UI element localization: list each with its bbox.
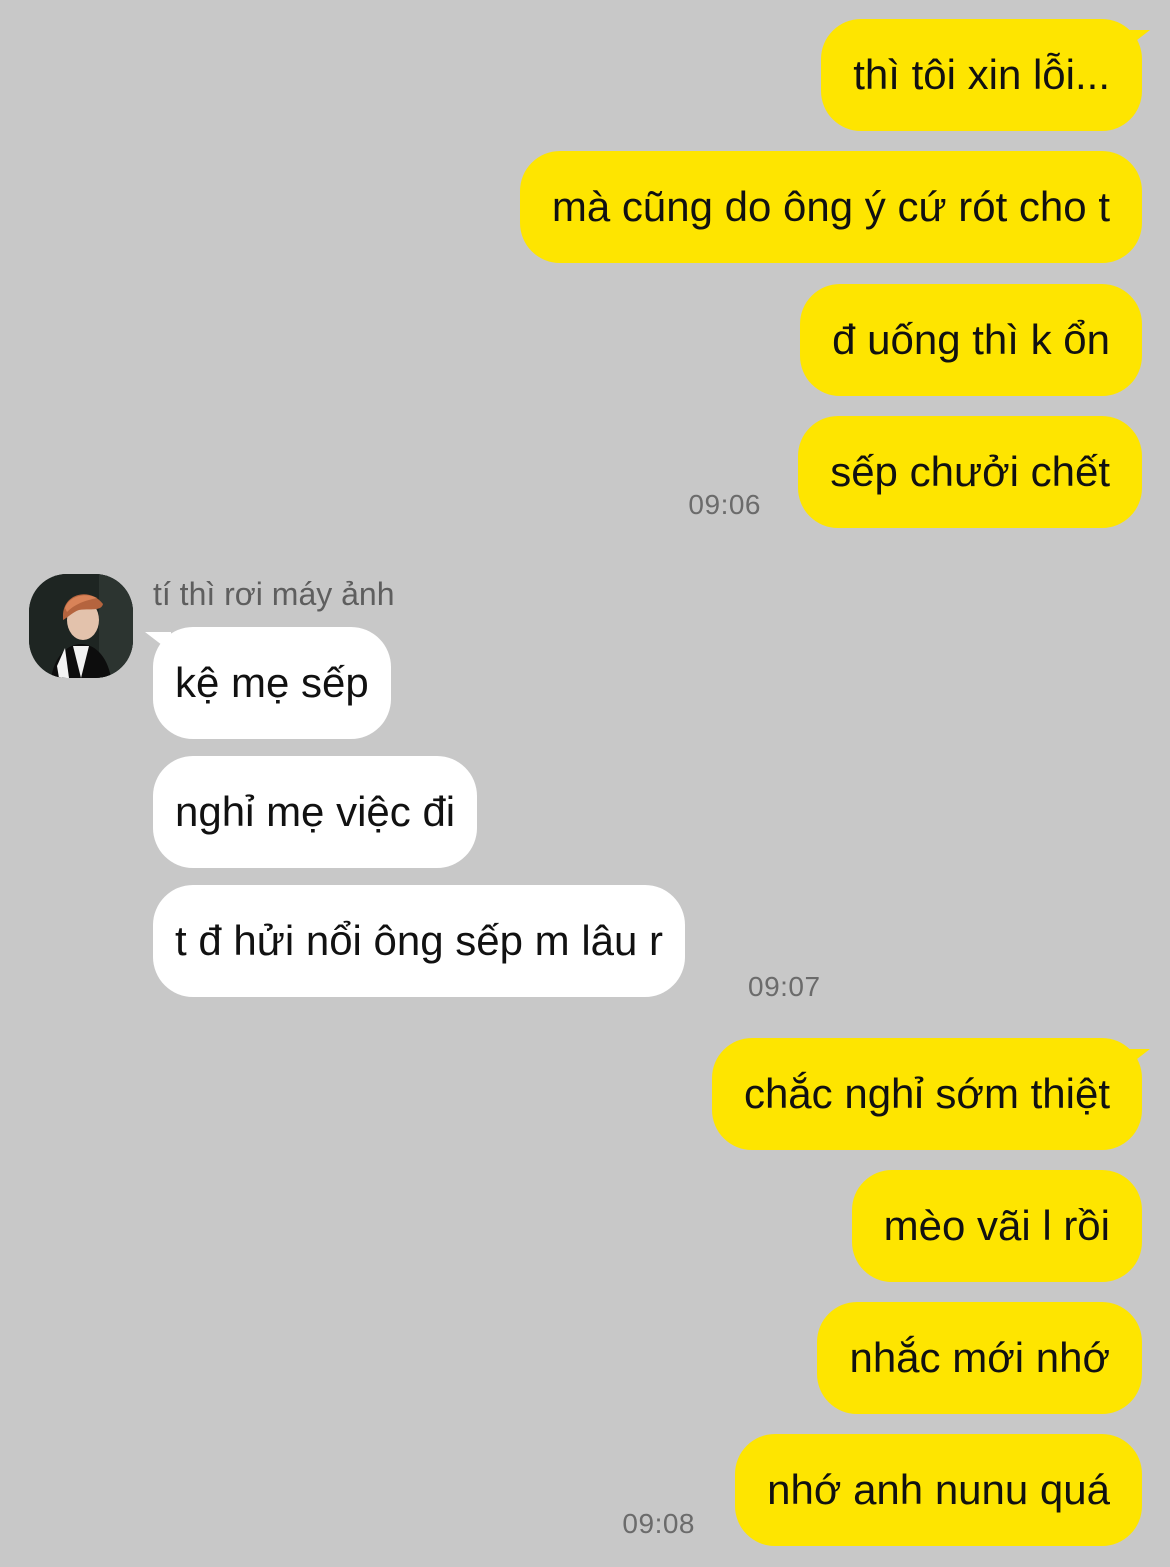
outgoing-message[interactable]: nhớ anh nunu quá [735, 1434, 1142, 1546]
message-timestamp: 09:06 [688, 489, 761, 520]
outgoing-message[interactable]: đ uống thì k ổn [800, 284, 1142, 396]
sender-name: tí thì rơi máy ảnh [153, 576, 395, 612]
outgoing-message[interactable]: thì tôi xin lỗi... [821, 19, 1142, 131]
contact-avatar[interactable] [29, 574, 133, 678]
avatar-photo-icon [29, 574, 133, 678]
outgoing-message[interactable]: nhắc mới nhớ [817, 1302, 1142, 1414]
incoming-message[interactable]: nghỉ mẹ việc đi [153, 756, 478, 868]
incoming-message[interactable]: t đ hửi nổi ông sếp m lâu r [153, 885, 686, 997]
message-timestamp: 09:08 [622, 1508, 695, 1539]
outgoing-message[interactable]: sếp chưởi chết [798, 416, 1142, 528]
message-timestamp: 09:07 [748, 971, 821, 1002]
outgoing-message[interactable]: mèo vãi l rồi [851, 1170, 1142, 1282]
outgoing-message[interactable]: mà cũng do ông ý cứ rót cho t [519, 151, 1142, 263]
outgoing-message[interactable]: chắc nghỉ sớm thiệt [711, 1038, 1142, 1150]
incoming-message[interactable]: kệ mẹ sếp [153, 627, 391, 739]
